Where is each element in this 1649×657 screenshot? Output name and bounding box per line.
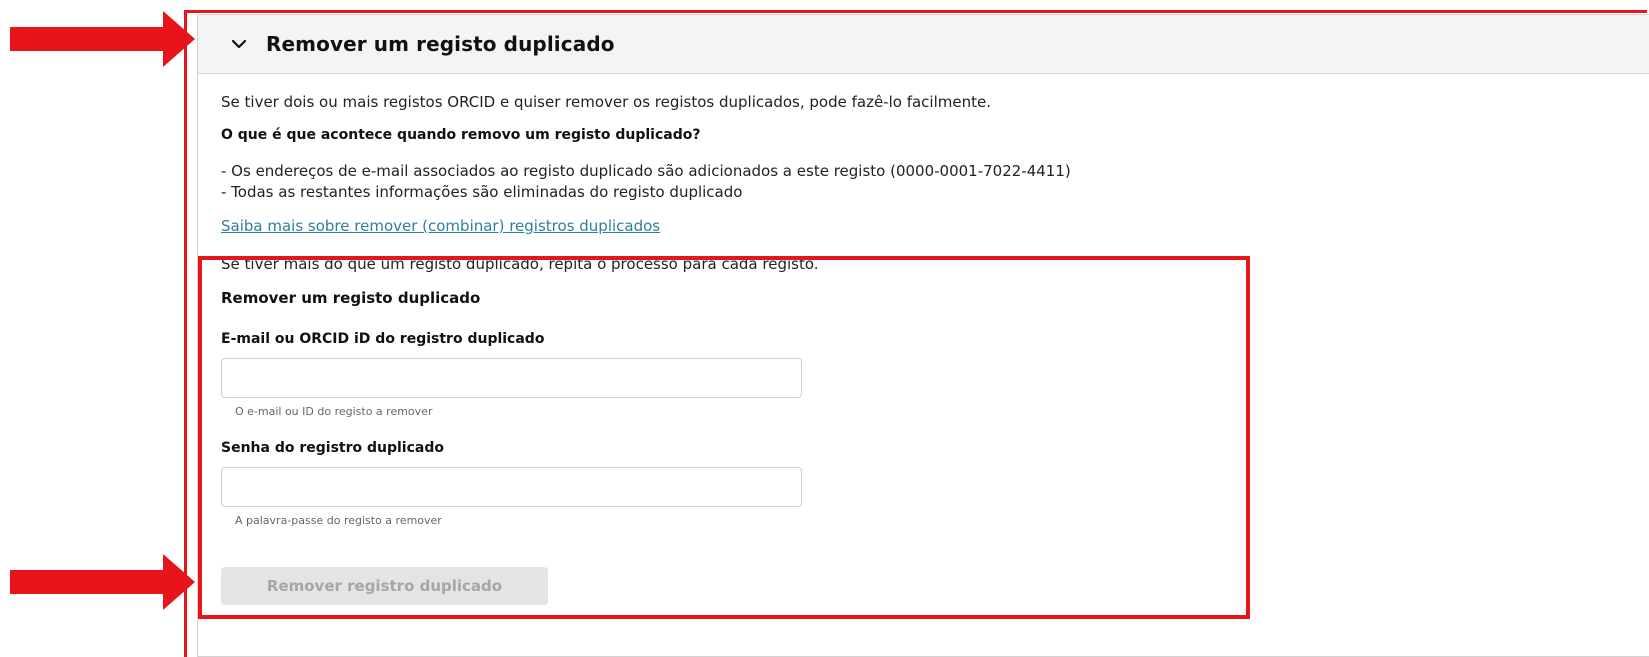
chevron-down-icon (229, 34, 249, 54)
question-heading: O que é que acontece quando removo um re… (221, 127, 701, 143)
remove-duplicate-panel: Remover um registo duplicado Se tiver do… (197, 14, 1649, 657)
intro-text: Se tiver dois ou mais registos ORCID e q… (221, 93, 991, 111)
password-field-label: Senha do registro duplicado (221, 440, 444, 456)
red-arrow-icon (10, 554, 195, 610)
password-field-hint: A palavra-passe do registo a remover (235, 514, 442, 527)
remove-duplicate-button[interactable]: Remover registro duplicado (221, 567, 548, 605)
duplicate-password-input[interactable] (221, 467, 802, 507)
learn-more-link[interactable]: Saiba mais sobre remover (combinar) regi… (221, 217, 660, 235)
bullet-email-merge: - Os endereços de e-mail associados ao r… (221, 162, 1071, 180)
screenshot: Remover um registo duplicado Se tiver do… (0, 0, 1649, 657)
repeat-note: Se tiver mais do que um registo duplicad… (221, 255, 819, 273)
panel-header-toggle[interactable]: Remover um registo duplicado (198, 15, 1649, 74)
bullet-info-deleted: - Todas as restantes informações são eli… (221, 183, 743, 201)
panel-title: Remover um registo duplicado (266, 32, 615, 56)
form-title: Remover um registo duplicado (221, 289, 481, 307)
email-field-label: E-mail ou ORCID iD do registro duplicado (221, 331, 545, 347)
red-arrow-icon (10, 11, 195, 67)
duplicate-email-input[interactable] (221, 358, 802, 398)
email-field-hint: O e-mail ou ID do registo a remover (235, 405, 433, 418)
